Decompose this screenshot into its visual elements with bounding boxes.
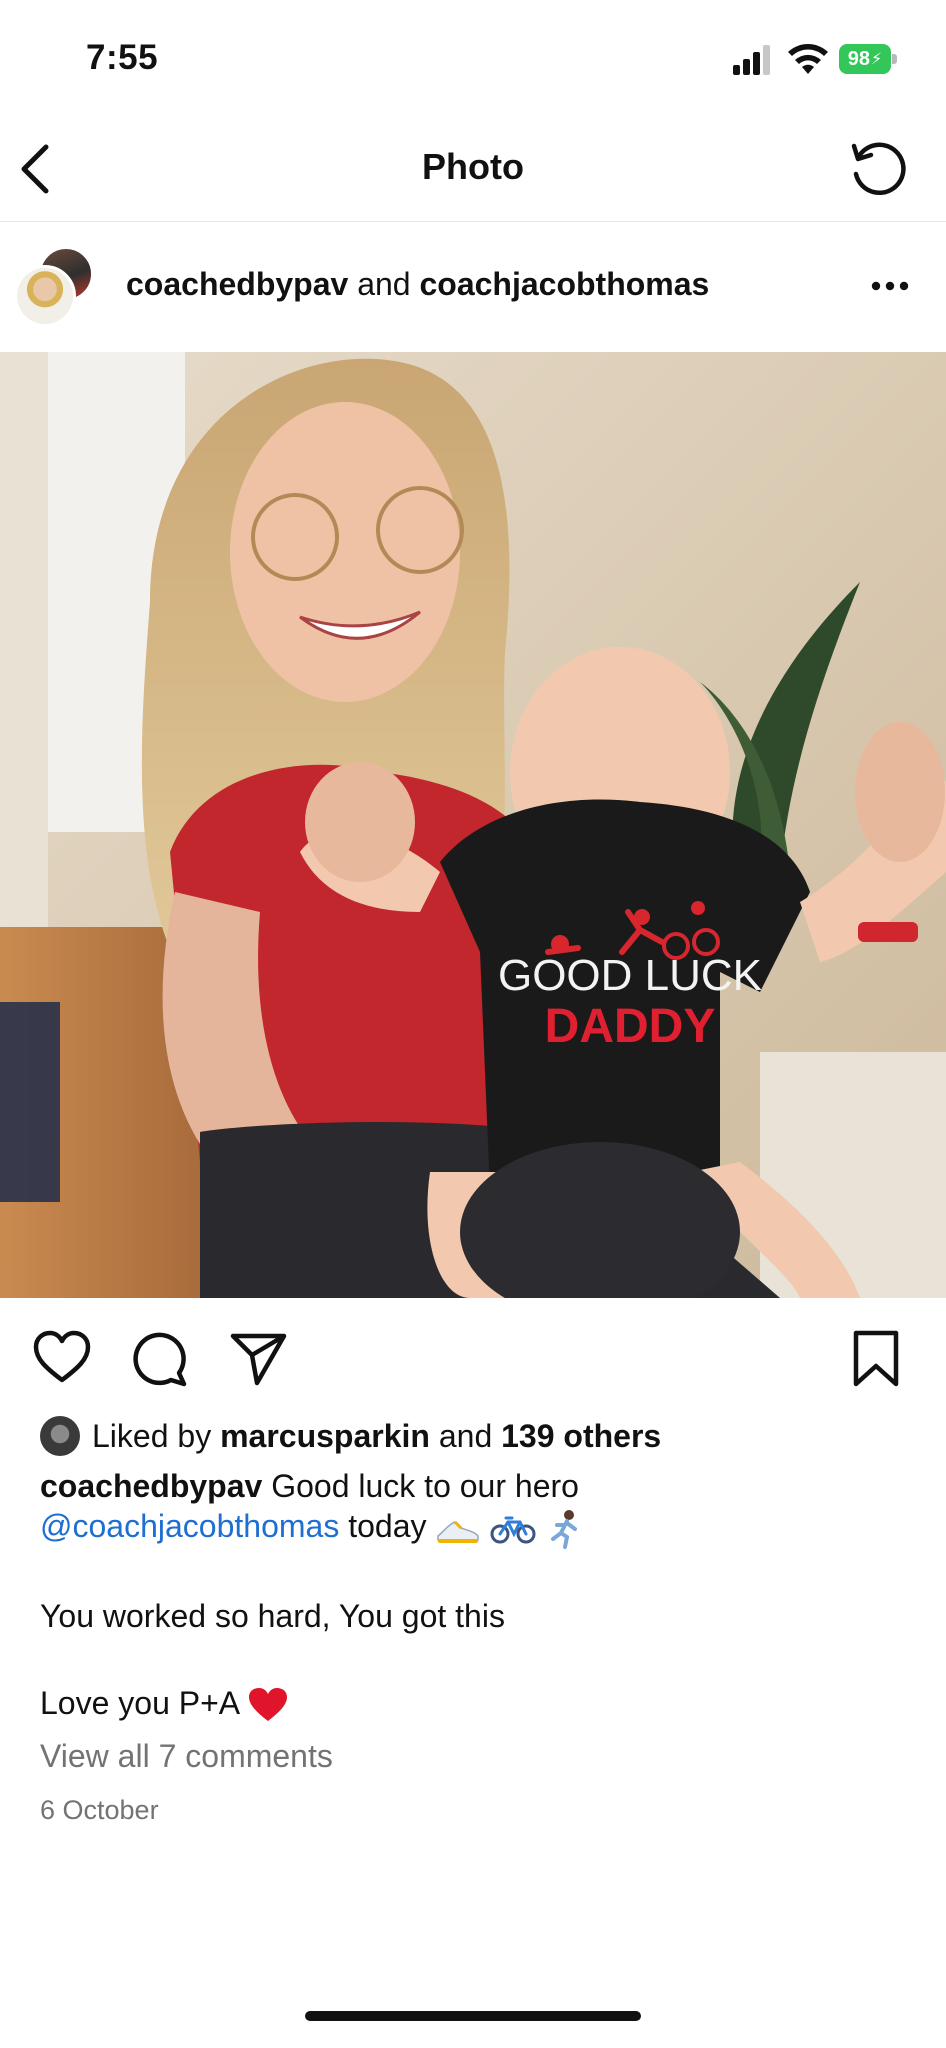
- post-caption: coachedbypav Good luck to our hero @coac…: [40, 1466, 920, 1724]
- author-secondary-link[interactable]: coachjacobthomas: [419, 266, 709, 302]
- heart-icon[interactable]: [32, 1328, 92, 1388]
- avatar-coachedbypav[interactable]: [14, 265, 76, 327]
- page-title: Photo: [422, 146, 524, 187]
- signal-icon: [733, 45, 770, 75]
- shirt-text-line2: DADDY: [545, 1000, 716, 1053]
- bicycle-emoji: [490, 1516, 536, 1544]
- bookmark-icon[interactable]: [846, 1328, 906, 1388]
- likes-others[interactable]: 139 others: [501, 1418, 661, 1454]
- red-heart-emoji: [249, 1688, 288, 1722]
- caption-author[interactable]: coachedbypav: [40, 1468, 262, 1504]
- shoe-emoji: [437, 1520, 480, 1543]
- post-authors: coachedbypav and coachjacobthomas: [126, 266, 709, 303]
- runner-emoji: [551, 1509, 578, 1549]
- post-date: 6 October: [40, 1795, 159, 1825]
- likes-prefix: Liked by: [92, 1418, 212, 1454]
- home-indicator[interactable]: [305, 2011, 641, 2021]
- view-all-comments-link[interactable]: View all 7 comments: [40, 1738, 333, 1775]
- author-primary-link[interactable]: coachedbypav: [126, 266, 348, 302]
- liker-avatar[interactable]: [40, 1416, 80, 1456]
- likes-connector: and: [438, 1418, 493, 1454]
- comment-icon[interactable]: [130, 1328, 190, 1388]
- authors-connector: and: [357, 266, 411, 302]
- post-photo[interactable]: GOOD LUCK DADDY: [0, 352, 946, 1298]
- wifi-icon: [788, 44, 828, 74]
- caption-text-line2: today: [348, 1508, 427, 1544]
- share-icon[interactable]: [228, 1328, 288, 1388]
- header-divider: [0, 221, 946, 222]
- shirt-text-line1: GOOD LUCK: [498, 951, 762, 1000]
- battery-level: 98: [847, 47, 870, 70]
- likes-summary[interactable]: Liked by marcusparkin and 139 others: [92, 1418, 661, 1455]
- caption-text-line1: Good luck to our hero: [271, 1468, 579, 1504]
- liker-username[interactable]: marcusparkin: [220, 1418, 430, 1454]
- battery-charging-icon: 98 ⚡: [839, 44, 897, 74]
- caption-mention[interactable]: @coachjacobthomas: [40, 1508, 339, 1544]
- status-time: 7:55: [86, 38, 159, 77]
- caption-line3: You worked so hard, You got this: [40, 1597, 505, 1634]
- refresh-icon[interactable]: [846, 138, 906, 198]
- caption-line4: Love you P+A: [40, 1684, 239, 1721]
- more-horizontal-icon[interactable]: [870, 280, 910, 292]
